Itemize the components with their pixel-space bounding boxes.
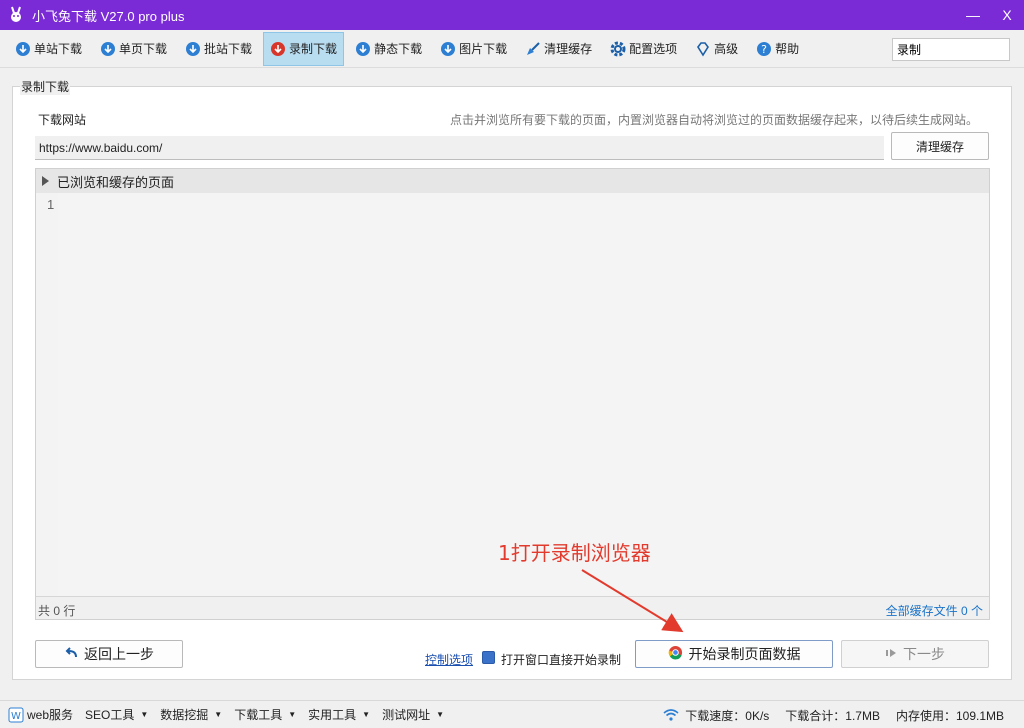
- memory-usage: 内存使用：109.1MB: [895, 708, 1004, 723]
- minimize-button[interactable]: —: [956, 0, 990, 30]
- web-service-label: web服务: [27, 708, 74, 722]
- start-label: 开始录制页面数据: [688, 646, 801, 662]
- cloud-download-icon: [100, 41, 116, 57]
- web-service-menu[interactable]: W web服务: [8, 706, 73, 723]
- cloud-download-icon: [15, 41, 31, 57]
- next-button[interactable]: 下一步: [841, 640, 989, 668]
- tab-static-download[interactable]: 静态下载: [348, 32, 429, 66]
- hint-text: 点击并浏览所有要下载的页面，内置浏览器自动将浏览过的页面数据缓存起来，以待后续生…: [449, 113, 978, 127]
- tab-help[interactable]: ? 帮助: [749, 32, 806, 66]
- url-input[interactable]: [35, 136, 884, 160]
- clear-cache-button[interactable]: 清理缓存: [891, 132, 989, 160]
- tab-config-options[interactable]: 配置选项: [603, 32, 684, 66]
- chrome-icon: [668, 645, 683, 663]
- tab-label: 图片下载: [459, 42, 508, 56]
- svg-text:W: W: [11, 711, 21, 722]
- status-metrics: 下载速度：0K/s 下载合计：1.7MB 内存使用：109.1MB: [663, 701, 1004, 728]
- tab-label: 配置选项: [629, 42, 678, 56]
- caret-down-icon: ▼: [140, 710, 149, 719]
- tab-label: 单页下载: [119, 42, 168, 56]
- data-mining-menu[interactable]: 数据挖掘 ▼: [160, 706, 222, 723]
- tab-single-site[interactable]: 单站下载: [8, 32, 89, 66]
- next-arrow-icon: [885, 646, 897, 662]
- tab-clear-cache[interactable]: 清理缓存: [518, 32, 599, 66]
- cloud-download-icon: [185, 41, 201, 57]
- line-number: 1: [47, 197, 55, 212]
- title-bar: 小飞兔下载 V27.0 pro plus — X: [0, 0, 1024, 30]
- panel-footer: 共 0 行 全部缓存文件 0 个: [36, 596, 989, 619]
- panel-header[interactable]: 已浏览和缓存的页面: [36, 169, 989, 193]
- broom-icon: [525, 41, 541, 57]
- cloud-download-icon: [355, 41, 371, 57]
- caret-down-icon: ▼: [214, 710, 223, 719]
- next-label: 下一步: [903, 646, 945, 662]
- download-total: 下载合计：1.7MB: [785, 708, 880, 723]
- download-speed: 下载速度：0K/s: [685, 708, 770, 723]
- site-label: 下载网站: [38, 113, 87, 127]
- tab-batch-site[interactable]: 批站下载: [178, 32, 259, 66]
- svg-text:?: ?: [761, 43, 767, 56]
- caret-down-icon: ▼: [288, 710, 297, 719]
- tab-label: 静态下载: [374, 42, 423, 56]
- toolbar: 单站下载 单页下载 批站下载 录制下载 静态下载 图片下载 清理缓存 配置选项 …: [0, 30, 1024, 68]
- gear-icon: [610, 41, 626, 57]
- back-button[interactable]: 返回上一步: [35, 640, 183, 668]
- cloud-download-icon: [440, 41, 456, 57]
- menu-label: SEO工具: [85, 708, 135, 722]
- menu-label: 数据挖掘: [160, 708, 209, 722]
- help-icon: ?: [756, 41, 772, 57]
- search-input[interactable]: [892, 38, 1010, 61]
- pages-editor[interactable]: [58, 193, 989, 596]
- tab-single-page[interactable]: 单页下载: [93, 32, 174, 66]
- caret-down-icon: ▼: [362, 710, 371, 719]
- wifi-icon: [663, 708, 679, 722]
- expand-triangle-icon[interactable]: [42, 176, 49, 186]
- download-tools-menu[interactable]: 下载工具 ▼: [234, 706, 296, 723]
- menu-label: 实用工具: [308, 708, 357, 722]
- tab-label: 清理缓存: [544, 42, 593, 56]
- panel-title: 已浏览和缓存的页面: [57, 174, 175, 190]
- status-bar: W web服务 SEO工具 ▼ 数据挖掘 ▼ 下载工具 ▼ 实用工具 ▼ 测试网址 ▼ 下…: [0, 700, 1024, 728]
- utility-tools-menu[interactable]: 实用工具 ▼: [308, 706, 370, 723]
- tab-record-download[interactable]: 录制下载: [263, 31, 345, 66]
- caret-down-icon: ▼: [436, 710, 445, 719]
- menu-label: 测试网址: [382, 708, 431, 722]
- group-title: 录制下载: [20, 78, 71, 95]
- seo-tools-menu[interactable]: SEO工具 ▼: [85, 706, 148, 723]
- tab-image-download[interactable]: 图片下载: [433, 32, 514, 66]
- start-recording-button[interactable]: 开始录制页面数据: [635, 640, 833, 668]
- annotation-text: 1打开录制浏览器: [498, 541, 651, 565]
- test-url-menu[interactable]: 测试网址 ▼: [382, 706, 444, 723]
- back-label: 返回上一步: [84, 646, 154, 662]
- tab-label: 单站下载: [34, 42, 83, 56]
- menu-label: 下载工具: [234, 708, 283, 722]
- diamond-icon: [695, 41, 711, 57]
- back-arrow-icon: [64, 646, 78, 663]
- cache-files-link[interactable]: 全部缓存文件 0 个: [886, 602, 983, 619]
- tab-advanced[interactable]: 高级: [688, 32, 745, 66]
- line-gutter: [36, 193, 58, 596]
- control-options-link[interactable]: 控制选项: [425, 651, 473, 668]
- auto-record-checkbox[interactable]: [482, 651, 495, 664]
- window-title: 小飞兔下载 V27.0 pro plus: [32, 8, 185, 24]
- web-service-icon: W: [8, 707, 24, 723]
- tab-label: 帮助: [775, 42, 800, 56]
- rabbit-logo-icon: [6, 5, 26, 25]
- auto-record-label: 打开窗口直接开始录制: [501, 653, 622, 667]
- cloud-record-icon: [270, 41, 286, 57]
- close-button[interactable]: X: [990, 0, 1024, 30]
- tab-label: 批站下载: [204, 42, 253, 56]
- tab-label: 高级: [714, 42, 739, 56]
- tab-label: 录制下载: [289, 42, 338, 56]
- line-count: 共 0 行: [38, 604, 76, 618]
